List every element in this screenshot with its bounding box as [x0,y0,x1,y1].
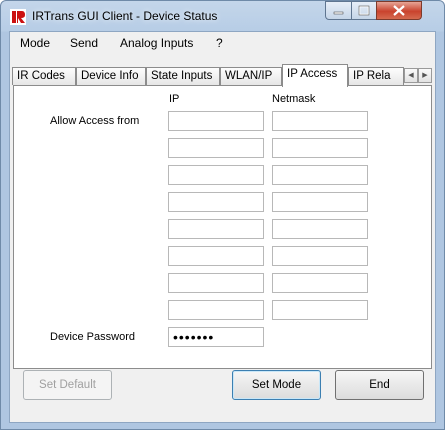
window-title: IRTrans GUI Client - Device Status [32,9,218,23]
netmask-field-5[interactable] [272,219,368,239]
tab-scroll-buttons: ◀ ▶ [404,68,432,83]
menu-send[interactable]: Send [70,36,98,50]
netmask-field-7[interactable] [272,273,368,293]
ip-field-2[interactable] [168,138,264,158]
client-area: Mode Send Analog Inputs ? IR Codes Devic… [9,31,436,423]
ip-access-panel: IP Netmask Allow Access from Device Pass… [13,85,432,369]
ip-field-8[interactable] [168,300,264,320]
menu-mode[interactable]: Mode [20,36,50,50]
netmask-field-4[interactable] [272,192,368,212]
set-default-button[interactable]: Set Default [23,370,112,400]
allow-access-label: Allow Access from [50,115,140,127]
netmask-field-6[interactable] [272,246,368,266]
device-password-label: Device Password [50,331,135,343]
netmask-column-header: Netmask [272,93,316,105]
ip-field-3[interactable] [168,165,264,185]
device-password-field[interactable]: ••••••• [168,327,264,347]
tab-device-info[interactable]: Device Info [76,67,146,85]
tab-wlan-ip[interactable]: WLAN/IP [220,67,282,85]
minimize-button[interactable] [325,1,352,20]
set-mode-button[interactable]: Set Mode [232,370,321,400]
end-button[interactable]: End [335,370,424,400]
close-button[interactable] [376,1,422,20]
close-icon [393,5,405,16]
ip-field-7[interactable] [168,273,264,293]
ip-field-5[interactable] [168,219,264,239]
tab-scroll-right-icon[interactable]: ▶ [418,68,432,83]
tab-ip-relay[interactable]: IP Rela [348,67,404,85]
ip-field-1[interactable] [168,111,264,131]
tab-ir-codes[interactable]: IR Codes [12,67,76,85]
irtrans-app-icon [10,9,26,25]
app-window: IRTrans GUI Client - Device Status Mode … [0,0,445,430]
title-bar[interactable]: IRTrans GUI Client - Device Status [1,1,444,31]
netmask-field-2[interactable] [272,138,368,158]
menu-analog-inputs[interactable]: Analog Inputs [120,36,193,50]
netmask-field-8[interactable] [272,300,368,320]
netmask-field-1[interactable] [272,111,368,131]
maximize-icon [358,5,370,16]
tab-state-inputs[interactable]: State Inputs [146,67,220,85]
maximize-button[interactable] [351,1,377,20]
netmask-field-3[interactable] [272,165,368,185]
tab-strip: IR Codes Device Info State Inputs WLAN/I… [10,64,435,87]
tab-ip-access[interactable]: IP Access [282,64,348,87]
minimize-icon [333,11,344,15]
menu-help[interactable]: ? [216,36,223,50]
tab-scroll-left-icon[interactable]: ◀ [404,68,418,83]
menu-bar: Mode Send Analog Inputs ? [10,32,435,54]
ip-field-4[interactable] [168,192,264,212]
ip-column-header: IP [169,93,180,105]
ip-field-6[interactable] [168,246,264,266]
